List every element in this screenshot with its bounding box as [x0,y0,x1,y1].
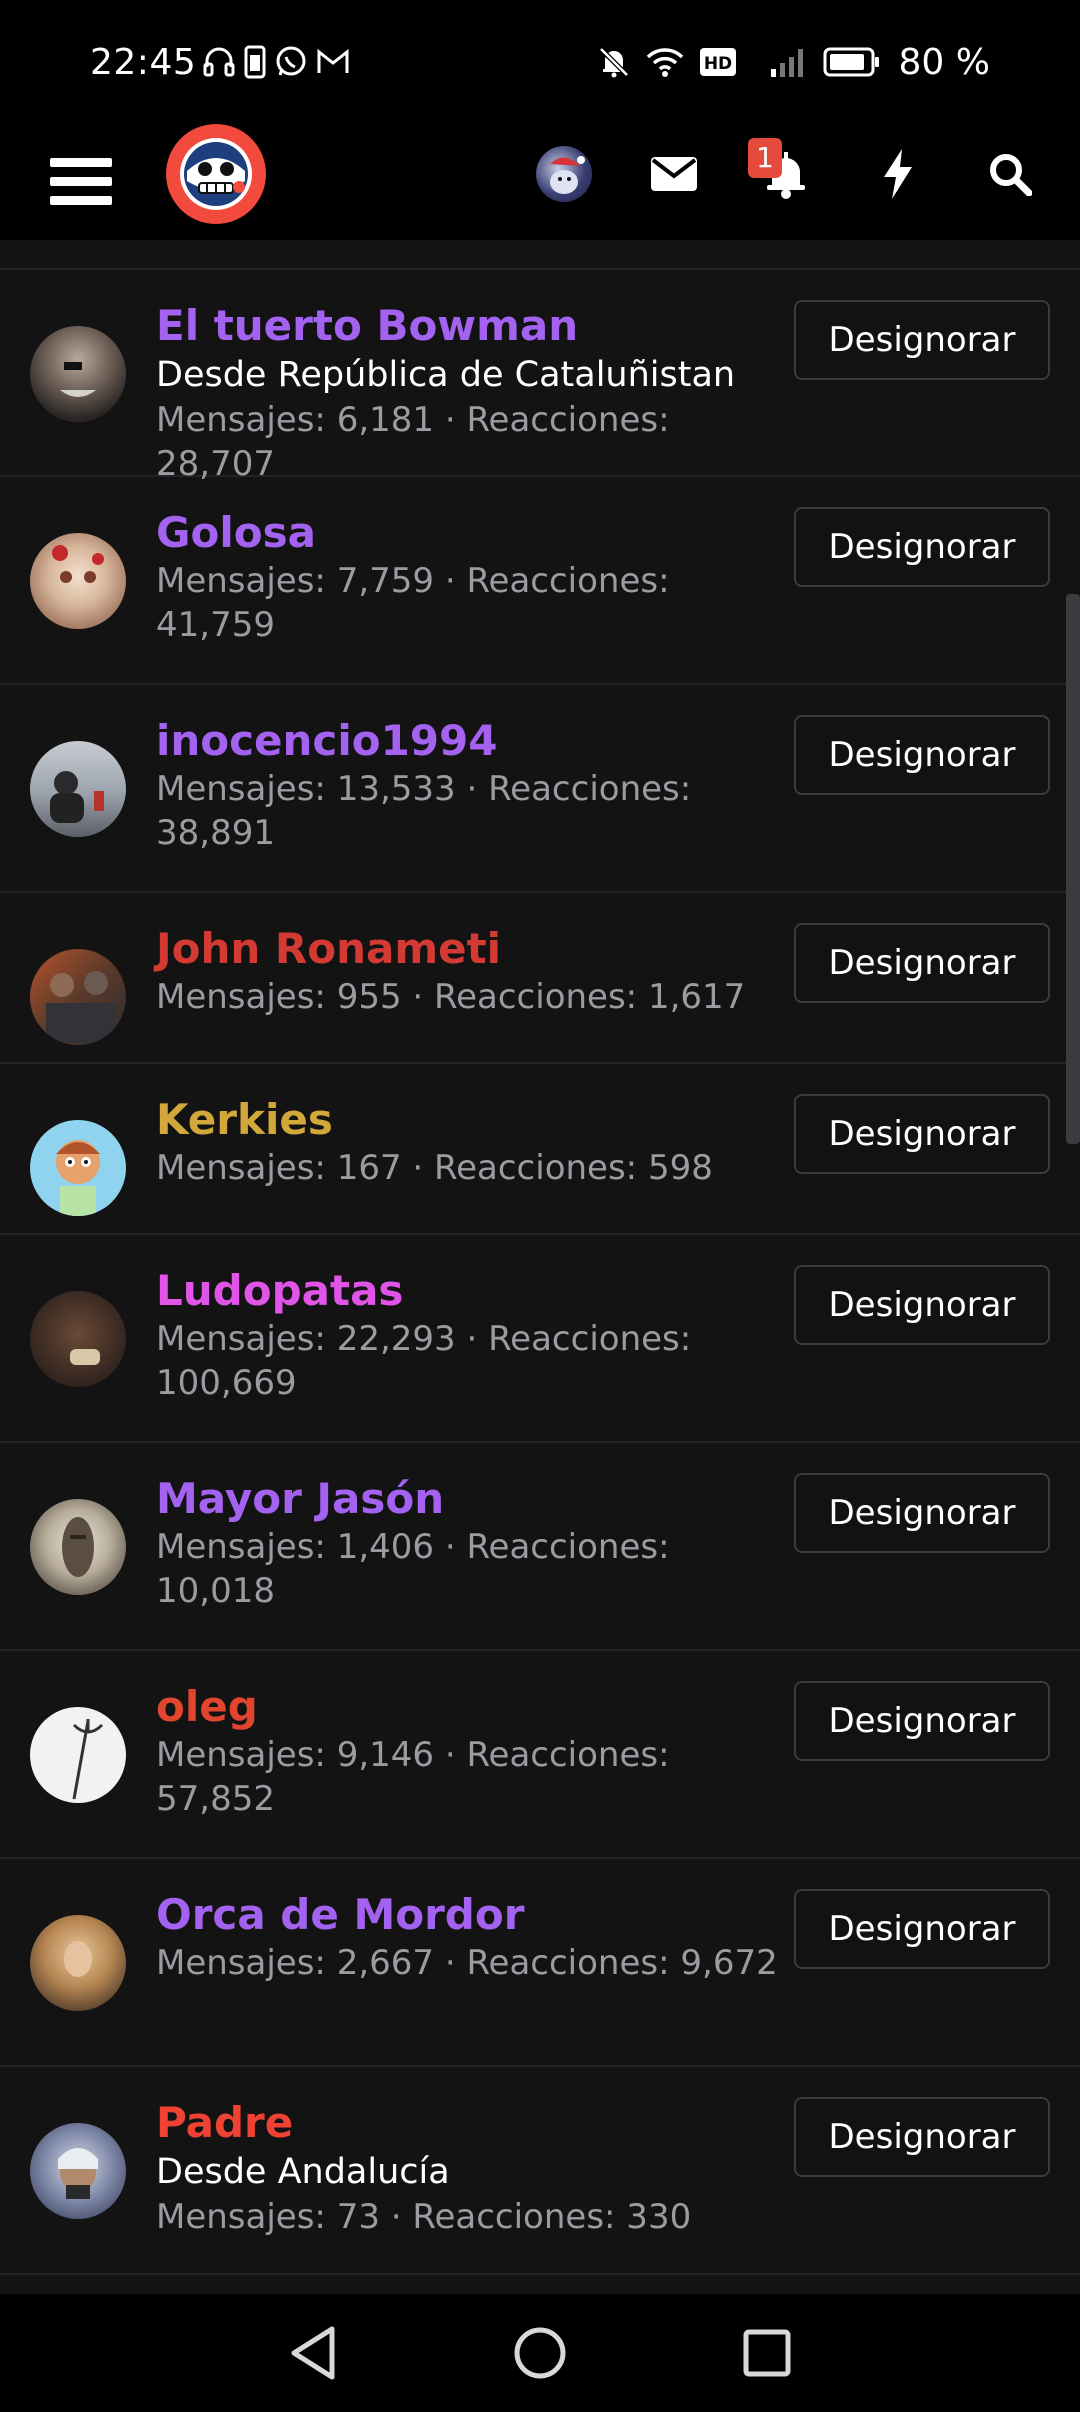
mail-icon[interactable] [644,144,704,204]
signal-icon [769,45,809,79]
avatar[interactable] [30,2123,126,2219]
unignore-button[interactable]: Designorar [794,1094,1050,1174]
bell-muted-icon [597,45,631,79]
list-item: Kerkies Mensajes: 167 · Reacciones: 598 … [0,1064,1080,1235]
member-stats: Mensajes: 22,293 · Reacciones: 100,669 [156,1319,692,1403]
list-item: Ludopatas Mensajes: 22,293 · Reacciones:… [0,1235,1080,1443]
unignore-button[interactable]: Designorar [794,1265,1050,1345]
member-stats: Mensajes: 167 · Reacciones: 598 [156,1148,713,1188]
bell-icon[interactable]: 1 [748,138,816,204]
scrollbar[interactable] [1066,594,1080,1144]
battery-percent: 80 % [898,41,990,83]
status-time: 22:45 [90,41,197,83]
unignore-button[interactable]: Designorar [794,715,1050,795]
hd-icon: HD [699,46,737,78]
avatar[interactable] [30,1499,126,1595]
recents-icon[interactable] [732,2318,802,2388]
notification-badge: 1 [748,138,782,178]
avatar[interactable] [30,949,126,1045]
status-notification-icons [202,45,350,79]
member-stats: Mensajes: 9,146 · Reacciones: 57,852 [156,1735,670,1819]
avatar[interactable] [30,1291,126,1387]
avatar[interactable] [30,1915,126,2011]
ignored-members-list: El tuerto Bowman Desde República de Cata… [0,240,1080,2275]
site-logo[interactable] [166,124,266,224]
member-stats: Mensajes: 955 · Reacciones: 1,617 [156,977,746,1017]
unignore-button[interactable]: Designorar [794,923,1050,1003]
member-stats: Mensajes: 2,667 · Reacciones: 9,672 [156,1943,778,1983]
avatar[interactable] [30,1120,126,1216]
headphones-icon [202,45,236,79]
phone-icon [244,45,266,79]
unignore-button[interactable]: Designorar [794,1473,1050,1553]
header-actions: 1 [536,138,1040,204]
list-divider [0,240,1080,270]
unignore-button[interactable]: Designorar [794,2097,1050,2177]
member-stats: Mensajes: 7,759 · Reacciones: 41,759 [156,561,670,645]
avatar[interactable] [30,326,126,422]
member-stats: Mensajes: 73 · Reacciones: 330 [156,2197,692,2237]
unignore-button[interactable]: Designorar [794,1889,1050,1969]
list-item: Mayor Jasón Mensajes: 1,406 · Reacciones… [0,1443,1080,1651]
status-bar: 22:45 HD 80 % [0,0,1080,124]
avatar[interactable] [30,741,126,837]
whatsapp-icon [274,45,308,79]
status-system-icons: HD 80 % [597,42,990,83]
unignore-button[interactable]: Designorar [794,1681,1050,1761]
list-item: Golosa Mensajes: 7,759 · Reacciones: 41,… [0,477,1080,685]
svg-text:HD: HD [703,54,731,74]
list-item: oleg Mensajes: 9,146 · Reacciones: 57,85… [0,1651,1080,1859]
wifi-icon [645,45,685,79]
unignore-button[interactable]: Designorar [794,300,1050,380]
battery-icon [823,46,881,78]
user-avatar[interactable] [536,146,592,202]
list-item: Orca de Mordor Mensajes: 2,667 · Reaccio… [0,1859,1080,2067]
list-item: John Ronameti Mensajes: 955 · Reacciones… [0,893,1080,1064]
list-item: inocencio1994 Mensajes: 13,533 · Reaccio… [0,685,1080,893]
list-item: El tuerto Bowman Desde República de Cata… [0,270,1080,484]
member-stats: Mensajes: 13,533 · Reacciones: 38,891 [156,769,692,853]
search-icon[interactable] [980,144,1040,204]
avatar[interactable] [30,533,126,629]
home-icon[interactable] [505,2318,575,2388]
back-icon[interactable] [278,2318,348,2388]
unignore-button[interactable]: Designorar [794,507,1050,587]
member-stats: Mensajes: 1,406 · Reacciones: 10,018 [156,1527,670,1611]
gmail-icon [316,48,350,76]
list-item: Padre Desde Andalucía Mensajes: 73 · Rea… [0,2067,1080,2275]
system-nav-bar [0,2294,1080,2412]
member-stats: Mensajes: 6,181 · Reacciones: 28,707 [156,400,670,484]
bolt-icon[interactable] [868,144,928,204]
hamburger-menu-icon[interactable] [48,146,118,216]
avatar[interactable] [30,1707,126,1803]
app-header: 1 [0,124,1080,240]
